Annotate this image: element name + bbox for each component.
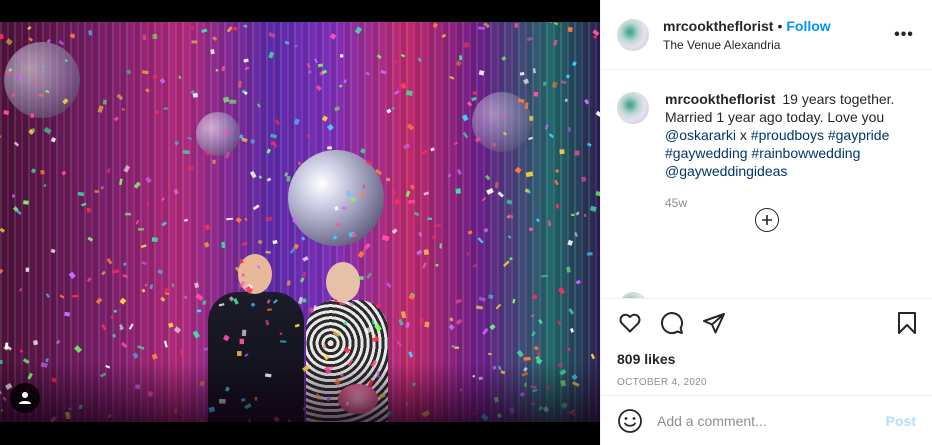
post-side-panel: mrcooktheflorist • Follow The Venue Alex… — [600, 0, 932, 445]
caption: mrcooktheflorist 19 years together. Marr… — [617, 90, 916, 212]
share-button[interactable] — [701, 310, 727, 336]
hashtag-link[interactable]: #gaypride — [828, 127, 890, 143]
post-actions: 809 likes OCTOBER 4, 2020 — [601, 298, 932, 388]
tagged-users-button[interactable] — [10, 383, 40, 413]
like-button[interactable] — [617, 310, 643, 336]
add-comment-bar: Post — [601, 395, 932, 445]
floor-shadow — [0, 362, 600, 422]
comment-input[interactable] — [657, 412, 886, 429]
comments-section: mrcooktheflorist 19 years together. Marr… — [601, 70, 932, 298]
follow-button[interactable]: Follow — [786, 18, 830, 34]
separator-dot: • — [777, 17, 783, 34]
save-button[interactable] — [894, 310, 920, 336]
bookmark-icon — [898, 312, 916, 334]
hashtag-link[interactable]: #gaywedding — [665, 145, 748, 161]
user-icon — [19, 392, 31, 404]
emoji-icon[interactable] — [617, 408, 643, 434]
instagram-post: mrcooktheflorist • Follow The Venue Alex… — [0, 0, 932, 445]
share-icon — [703, 313, 725, 334]
caption-timestamp[interactable]: 45w — [665, 194, 903, 212]
load-more-comments-button[interactable] — [755, 208, 779, 232]
comment-icon — [661, 312, 684, 335]
caption-avatar[interactable] — [617, 92, 649, 124]
hashtag-link[interactable]: #proudboys — [751, 127, 824, 143]
post-date[interactable]: OCTOBER 4, 2020 — [601, 367, 932, 388]
caption-joiner: x — [739, 127, 747, 143]
author-info: mrcooktheflorist • Follow The Venue Alex… — [663, 18, 892, 52]
plus-icon — [762, 215, 772, 225]
more-options-icon[interactable]: ••• — [892, 26, 916, 44]
location-link[interactable]: The Venue Alexandria — [663, 38, 892, 52]
caption-username[interactable]: mrcooktheflorist — [665, 91, 775, 107]
comment-avatar[interactable] — [619, 292, 647, 298]
hashtag-link[interactable]: #rainbowwedding — [751, 145, 860, 161]
comment-button[interactable] — [659, 310, 685, 336]
author-avatar[interactable] — [617, 18, 649, 51]
caption-mention[interactable]: @gayweddingideas — [665, 163, 787, 179]
caption-mention[interactable]: @oskararki — [665, 127, 736, 143]
action-bar — [601, 299, 932, 347]
post-header: mrcooktheflorist • Follow The Venue Alex… — [601, 0, 932, 70]
heart-icon — [619, 313, 641, 333]
post-comment-button[interactable]: Post — [886, 413, 916, 429]
post-photo[interactable] — [0, 22, 600, 422]
author-username[interactable]: mrcooktheflorist — [663, 18, 773, 34]
post-media[interactable] — [0, 0, 600, 445]
caption-body: mrcooktheflorist 19 years together. Marr… — [665, 90, 903, 212]
likes-count[interactable]: 809 likes — [601, 347, 932, 367]
